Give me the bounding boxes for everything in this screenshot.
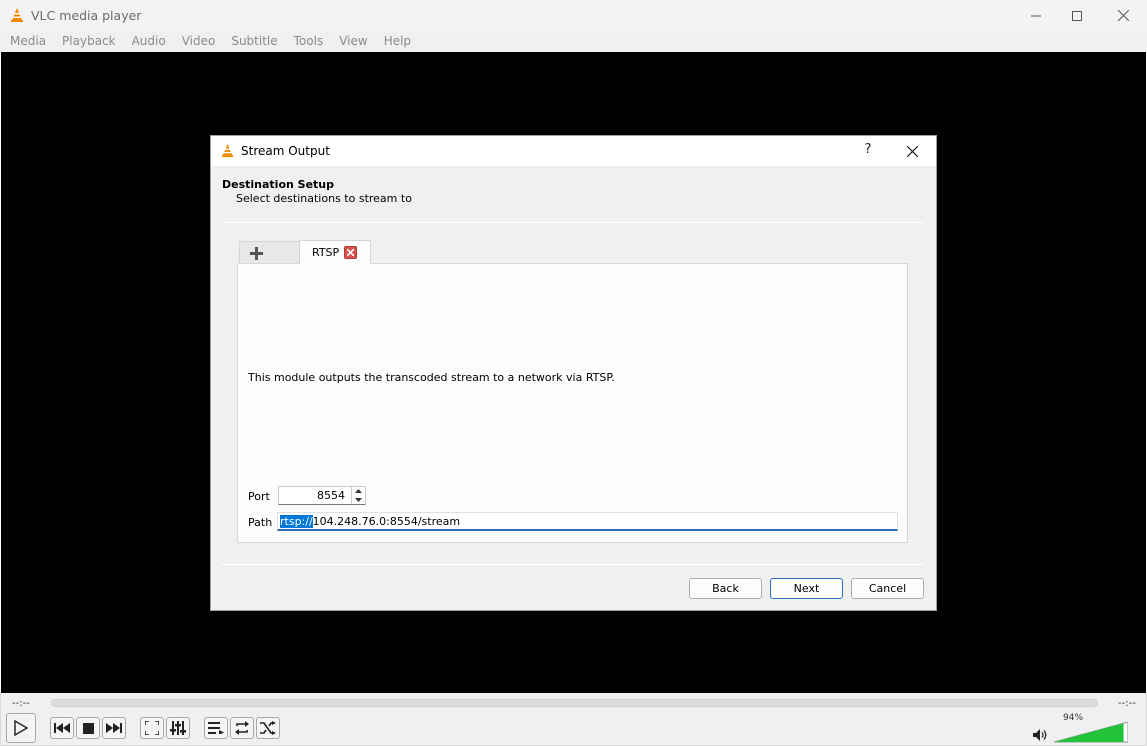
divider bbox=[221, 222, 924, 223]
close-tab-icon[interactable] bbox=[344, 246, 358, 259]
step-heading: Destination Setup bbox=[222, 178, 335, 191]
menu-help[interactable]: Help bbox=[376, 31, 419, 52]
seek-slider[interactable] bbox=[51, 699, 1098, 707]
path-selected-text: rtsp:// bbox=[280, 514, 313, 528]
path-input[interactable]: rtsp://104.248.76.0:8554/stream bbox=[277, 512, 898, 531]
help-button[interactable]: ? bbox=[857, 142, 879, 160]
shuffle-icon bbox=[260, 721, 276, 735]
divider bbox=[221, 564, 924, 565]
port-spinbox[interactable]: 8554 bbox=[278, 486, 366, 505]
port-stepper[interactable] bbox=[351, 487, 365, 504]
menu-video[interactable]: Video bbox=[174, 31, 224, 52]
stop-button[interactable] bbox=[76, 717, 100, 739]
vlc-cone-icon bbox=[9, 7, 25, 26]
repeat-icon bbox=[235, 721, 249, 735]
vlc-cone-icon bbox=[220, 143, 235, 161]
dialog-title-bar: Stream Output ? bbox=[211, 136, 936, 166]
elapsed-time[interactable]: --:-- bbox=[12, 698, 30, 709]
dialog-title: Stream Output bbox=[241, 144, 330, 158]
tab-rtsp[interactable]: RTSP bbox=[299, 240, 371, 264]
rtsp-tab-panel: This module outputs the transcoded strea… bbox=[237, 263, 908, 543]
extended-settings-button[interactable] bbox=[166, 717, 190, 739]
menu-subtitle[interactable]: Subtitle bbox=[223, 31, 285, 52]
menu-media[interactable]: Media bbox=[2, 31, 54, 52]
loop-button[interactable] bbox=[230, 717, 254, 739]
fullscreen-icon bbox=[145, 721, 159, 735]
add-destination-tab[interactable] bbox=[239, 241, 300, 264]
minimize-icon bbox=[1031, 15, 1041, 16]
window-title: VLC media player bbox=[31, 8, 142, 23]
speaker-icon[interactable] bbox=[1033, 729, 1048, 741]
menu-playback[interactable]: Playback bbox=[54, 31, 124, 52]
menu-tools[interactable]: Tools bbox=[286, 31, 332, 52]
maximize-icon bbox=[1072, 10, 1082, 21]
dialog-close-button[interactable] bbox=[901, 142, 923, 160]
back-button[interactable]: Back bbox=[689, 578, 762, 599]
cancel-button[interactable]: Cancel bbox=[851, 578, 924, 599]
fullscreen-button[interactable] bbox=[140, 717, 164, 739]
play-button[interactable] bbox=[6, 713, 36, 743]
previous-button[interactable] bbox=[50, 717, 74, 739]
chevron-down-icon[interactable] bbox=[355, 497, 362, 502]
tab-rtsp-label: RTSP bbox=[312, 246, 340, 259]
stop-icon bbox=[82, 722, 94, 734]
port-label: Port bbox=[248, 490, 270, 503]
shuffle-button[interactable] bbox=[256, 717, 280, 739]
chevron-up-icon[interactable] bbox=[355, 489, 362, 494]
step-subheading: Select destinations to stream to bbox=[236, 192, 412, 205]
stream-output-dialog: Stream Output ? Destination Setup Select… bbox=[210, 135, 937, 611]
menu-bar: Media Playback Audio Video Subtitle Tool… bbox=[0, 31, 1147, 52]
next-button[interactable]: Next bbox=[770, 578, 843, 599]
menu-view[interactable]: View bbox=[331, 31, 375, 52]
playlist-icon bbox=[208, 722, 224, 734]
play-icon bbox=[14, 720, 28, 736]
path-label: Path bbox=[248, 516, 273, 529]
close-icon bbox=[906, 145, 918, 157]
path-text: 104.248.76.0:8554/stream bbox=[312, 514, 461, 528]
module-description: This module outputs the transcoded strea… bbox=[248, 371, 615, 384]
equalizer-icon bbox=[170, 721, 186, 735]
title-bar: VLC media player bbox=[0, 0, 1147, 31]
plus-icon bbox=[250, 246, 263, 260]
maximize-button[interactable] bbox=[1054, 0, 1100, 31]
playback-controls: --:-- --:-- 94% bbox=[0, 693, 1147, 746]
port-value[interactable]: 8554 bbox=[279, 489, 351, 502]
next-track-button[interactable] bbox=[102, 717, 126, 739]
skip-forward-icon bbox=[106, 723, 122, 733]
remaining-time[interactable]: --:-- bbox=[1118, 698, 1136, 709]
close-window-button[interactable] bbox=[1100, 0, 1146, 31]
minimize-button[interactable] bbox=[1013, 0, 1059, 31]
volume-slider[interactable] bbox=[1054, 722, 1128, 743]
playlist-button[interactable] bbox=[204, 717, 228, 739]
close-icon bbox=[1117, 10, 1129, 21]
menu-audio[interactable]: Audio bbox=[124, 31, 174, 52]
skip-back-icon bbox=[54, 723, 70, 733]
